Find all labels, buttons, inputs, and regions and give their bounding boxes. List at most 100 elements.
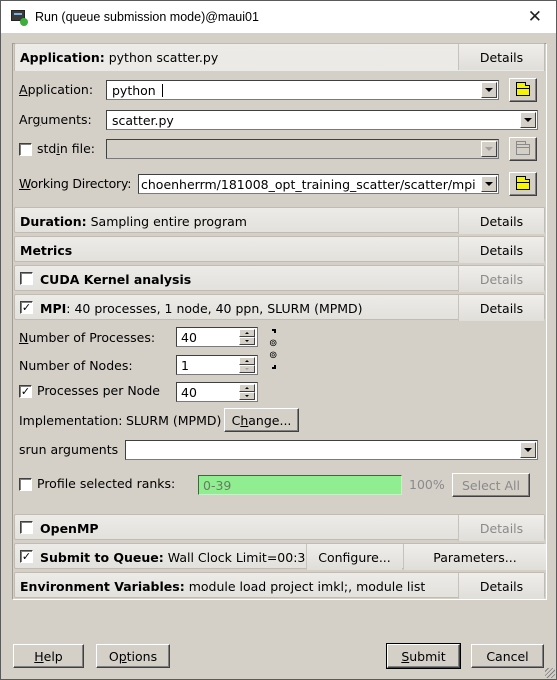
spin-up-icon[interactable] bbox=[239, 384, 255, 392]
cuda-section-header: CUDA Kernel analysis Details bbox=[15, 266, 544, 292]
resize-grip[interactable] bbox=[545, 668, 555, 678]
chevron-down-icon[interactable] bbox=[481, 141, 497, 157]
openmp-section-header: OpenMP Details bbox=[15, 515, 544, 541]
spin-down-icon[interactable] bbox=[239, 392, 255, 400]
stdin-combo[interactable] bbox=[106, 139, 499, 159]
section-title: Submit to Queue: bbox=[40, 549, 164, 565]
mpi-checkbox[interactable]: ✓ bbox=[20, 301, 33, 314]
num-nodes-value: 1 bbox=[181, 357, 189, 373]
implementation-value: SLURM (MPMD) bbox=[126, 413, 222, 428]
ppn-spinbox[interactable]: 40 bbox=[176, 382, 258, 402]
num-processes-spinbox[interactable]: 40 bbox=[176, 327, 258, 347]
browse-working-directory-button[interactable] bbox=[509, 172, 537, 196]
queue-section: ✓ Submit to Queue: Wall Clock Limit=00:3… bbox=[14, 543, 546, 570]
configure-queue-button[interactable]: Configure... bbox=[306, 544, 402, 570]
section-title: MPI bbox=[40, 300, 67, 316]
section-summary: : 40 processes, 1 node, 40 ppn, SLURM (M… bbox=[66, 300, 363, 316]
browse-application-button[interactable] bbox=[509, 78, 537, 102]
submit-button[interactable]: Submit bbox=[386, 643, 461, 669]
change-implementation-button[interactable]: Ch ange... bbox=[224, 408, 299, 432]
openmp-details-button[interactable]: Details bbox=[458, 515, 544, 541]
bracket-bottom bbox=[272, 365, 276, 369]
queue-checkbox[interactable]: ✓ bbox=[20, 550, 33, 563]
section-title: CUDA Kernel analysis bbox=[40, 271, 192, 287]
mpi-details-button[interactable]: Details bbox=[458, 295, 544, 321]
spin-up-icon[interactable] bbox=[239, 329, 255, 337]
arguments-value: scatter.py bbox=[112, 112, 174, 128]
application-details-button[interactable]: Details bbox=[458, 44, 544, 70]
num-nodes-label: Number of Nodes: bbox=[19, 358, 133, 373]
chevron-down-icon[interactable] bbox=[520, 442, 536, 458]
select-all-button[interactable]: Select All bbox=[452, 473, 530, 497]
openmp-checkbox[interactable] bbox=[20, 521, 33, 534]
section-summary: python scatter.py bbox=[104, 49, 219, 65]
ppn-value: 40 bbox=[181, 384, 197, 400]
env-details-button[interactable]: Details bbox=[458, 573, 544, 599]
num-processes-label: Number of Processes: bbox=[19, 330, 156, 345]
working-directory-label: Working Directory: bbox=[19, 176, 132, 191]
metrics-details-button[interactable]: Details bbox=[458, 237, 544, 263]
close-icon[interactable]: ✕ bbox=[528, 7, 542, 27]
section-summary: module load project imkl;, module list bbox=[184, 578, 426, 594]
chevron-down-icon[interactable] bbox=[481, 176, 497, 192]
chevron-down-icon[interactable] bbox=[520, 112, 536, 128]
cuda-checkbox[interactable] bbox=[20, 272, 33, 285]
ranks-percent: 100% bbox=[409, 477, 445, 492]
ranks-input[interactable]: 0-39 bbox=[198, 475, 402, 495]
profile-ranks-checkbox[interactable] bbox=[19, 478, 32, 491]
env-section-header: Environment Variables: module load proje… bbox=[15, 573, 544, 599]
options-button[interactable]: Op tions bbox=[96, 644, 170, 668]
text-caret bbox=[161, 83, 163, 97]
stdin-label: stdin file: bbox=[37, 141, 95, 156]
working-directory-combo[interactable]: choenherrm/181008_opt_training_scatter/s… bbox=[138, 174, 499, 194]
duration-section: Duration: Sampling entire program Detail… bbox=[14, 207, 545, 234]
num-processes-value: 40 bbox=[181, 329, 197, 345]
browse-stdin-button[interactable] bbox=[509, 137, 537, 161]
cuda-section: CUDA Kernel analysis Details bbox=[14, 265, 545, 292]
section-summary: Sampling entire program bbox=[86, 213, 247, 229]
application-body: Application: python Arguments: scatter.p… bbox=[14, 71, 545, 207]
chevron-down-icon[interactable] bbox=[481, 82, 497, 98]
arguments-label: Arguments: bbox=[19, 112, 92, 127]
env-section: Environment Variables: module load proje… bbox=[14, 572, 545, 599]
link-chain-icon: ⊚ bbox=[269, 338, 278, 349]
bracket-top bbox=[272, 329, 276, 333]
cancel-button[interactable]: Cancel bbox=[471, 644, 544, 668]
section-title: Metrics bbox=[20, 242, 73, 258]
srun-arguments-label: srun arguments bbox=[19, 442, 119, 457]
queue-section-header: ✓ Submit to Queue: Wall Clock Limit=00:3… bbox=[15, 544, 546, 570]
section-title: OpenMP bbox=[40, 520, 99, 536]
profile-ranks-label: Profile selected ranks: bbox=[37, 476, 176, 491]
run-dialog-window: Run (queue submission mode)@maui01 ✕ App… bbox=[0, 0, 557, 680]
help-button[interactable]: Help bbox=[13, 644, 84, 668]
application-label: Application: bbox=[19, 82, 94, 97]
application-combo[interactable]: python bbox=[106, 80, 499, 100]
arguments-combo[interactable]: scatter.py bbox=[106, 110, 538, 130]
window-title: Run (queue submission mode)@maui01 bbox=[35, 10, 259, 24]
link-toggle[interactable]: ⊚ ⊚ bbox=[267, 327, 281, 373]
cuda-details-button[interactable]: Details bbox=[458, 266, 544, 292]
folder-icon bbox=[516, 81, 530, 96]
mpi-section-header: ✓ MPI: 40 processes, 1 node, 40 ppn, SLU… bbox=[15, 295, 544, 321]
spin-down-icon[interactable] bbox=[239, 365, 255, 373]
application-value: python bbox=[112, 82, 160, 98]
spin-down-icon[interactable] bbox=[239, 337, 255, 345]
num-nodes-spinbox[interactable]: 1 bbox=[176, 355, 258, 375]
app-run-icon bbox=[11, 10, 28, 26]
srun-arguments-combo[interactable] bbox=[125, 440, 538, 460]
section-summary: Wall Clock Limit=00:30:0 bbox=[163, 549, 326, 565]
title-bar: Run (queue submission mode)@maui01 ✕ bbox=[1, 1, 556, 33]
stdin-checkbox[interactable] bbox=[19, 143, 32, 156]
working-directory-value: choenherrm/181008_opt_training_scatter/s… bbox=[141, 176, 476, 192]
duration-details-button[interactable]: Details bbox=[458, 208, 544, 234]
section-title: Application: bbox=[20, 49, 105, 65]
ppn-checkbox[interactable]: ✓ bbox=[19, 385, 32, 398]
mpi-section: ✓ MPI: 40 processes, 1 node, 40 ppn, SLU… bbox=[14, 294, 545, 321]
folder-icon bbox=[516, 140, 530, 155]
section-title: Duration: bbox=[20, 213, 87, 229]
mpi-body: Number of Processes: 40 Number of Nodes:… bbox=[14, 321, 545, 509]
spin-up-icon[interactable] bbox=[239, 357, 255, 365]
metrics-section-header: Metrics Details bbox=[15, 237, 544, 263]
ppn-label: Processes per Node bbox=[37, 383, 160, 398]
queue-parameters-button[interactable]: Parameters... bbox=[403, 544, 546, 570]
